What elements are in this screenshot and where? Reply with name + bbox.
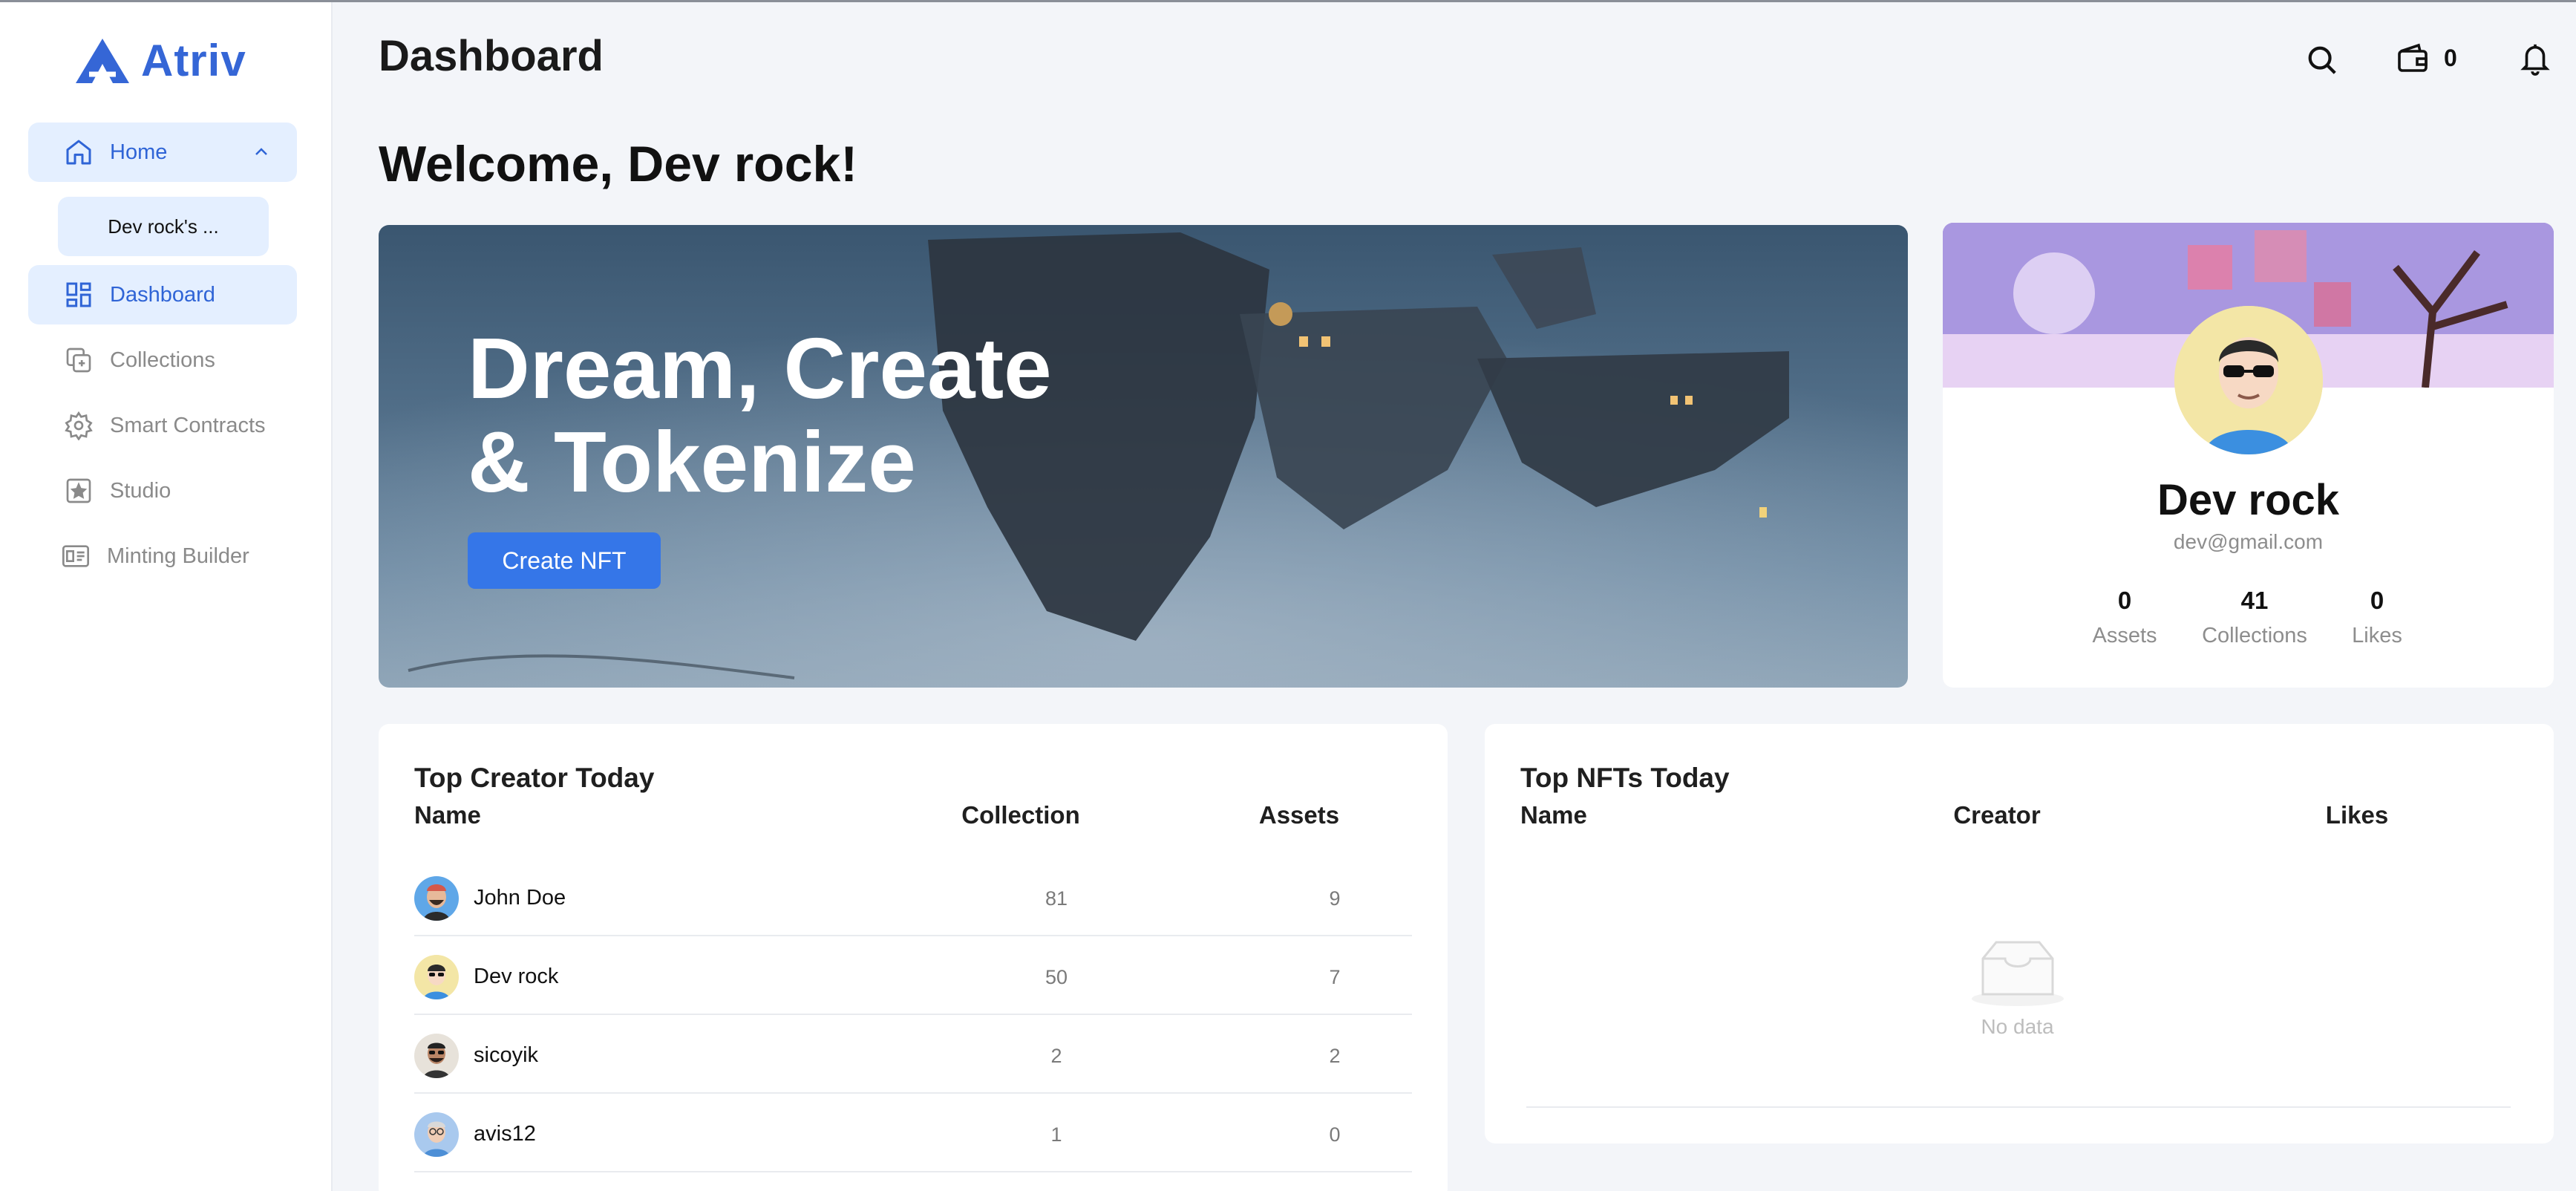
logo[interactable]: Atriv: [74, 35, 246, 86]
table-row[interactable]: avis12 1 0: [414, 1094, 1412, 1172]
column-header-creator[interactable]: Creator: [1915, 801, 2079, 829]
collections-icon: [66, 347, 91, 373]
wallet-icon[interactable]: [2395, 41, 2430, 76]
empty-inbox-icon: [1972, 941, 2064, 1006]
sidebar-item-dashboard[interactable]: Dashboard: [28, 265, 297, 324]
create-nft-button[interactable]: Create NFT: [468, 532, 661, 589]
gear-icon: [65, 411, 93, 440]
sidebar: Atriv Home Dev rock's ... Dashboard Coll…: [0, 2, 333, 1191]
creator-collection-count: 81: [1045, 887, 1068, 910]
table-row[interactable]: sicoyik 2 2: [414, 1015, 1412, 1094]
app-name: Atriv: [141, 36, 246, 85]
creator-avatar: [414, 955, 459, 999]
column-header-likes[interactable]: Likes: [2290, 801, 2424, 829]
sidebar-item-label: Collections: [110, 347, 215, 372]
stat-label: Assets: [2092, 624, 2157, 647]
window-top-border: [0, 0, 2576, 2]
creator-avatar: [414, 876, 459, 921]
stat-assets: 0 Assets: [2050, 587, 2199, 648]
star-frame-icon: [66, 478, 91, 503]
profile-card: Dev rock dev@gmail.com 0 Assets 41 Colle…: [1943, 223, 2554, 688]
panel-title: Top Creator Today: [414, 763, 655, 793]
sidebar-item-label: Minting Builder: [107, 544, 249, 568]
stat-likes: 0 Likes: [2303, 587, 2451, 648]
welcome-heading: Welcome, Dev rock!: [379, 136, 858, 192]
empty-state-text: No data: [1981, 1015, 2054, 1038]
creator-collection-count: 1: [1050, 1123, 1062, 1146]
top-creator-panel: Top Creator Today Name Collection Assets…: [379, 724, 1448, 1191]
creator-collection-count: 2: [1050, 1045, 1062, 1067]
builder-icon: [62, 545, 89, 567]
page-title: Dashboard: [379, 32, 604, 80]
home-icon: [66, 140, 91, 165]
sidebar-item-minting-builder[interactable]: Minting Builder: [28, 526, 297, 586]
sidebar-item-label: Smart Contracts: [110, 413, 266, 437]
stat-value: 0: [2117, 587, 2132, 614]
wallet-count: 0: [2444, 45, 2457, 71]
top-nfts-panel: Top NFTs Today Name Creator Likes No dat…: [1485, 724, 2554, 1143]
column-header-assets[interactable]: Assets: [1236, 801, 1362, 829]
atriv-logo-icon: [76, 38, 129, 83]
sidebar-subitem-workspace[interactable]: Dev rock's ...: [58, 197, 269, 256]
column-header-collection[interactable]: Collection: [958, 801, 1084, 829]
creator-avatar: [414, 1112, 459, 1157]
sidebar-item-label: Home: [110, 140, 168, 164]
profile-avatar: [2174, 306, 2323, 454]
sidebar-item-studio[interactable]: Studio: [28, 461, 297, 521]
search-icon[interactable]: [2305, 43, 2339, 77]
chevron-up-icon[interactable]: [252, 143, 270, 161]
sidebar-item-label: Studio: [110, 478, 171, 503]
creator-assets-count: 9: [1329, 887, 1341, 910]
creator-name: John Doe: [474, 886, 566, 910]
sidebar-item-home[interactable]: Home: [28, 123, 297, 182]
profile-name: Dev rock: [2157, 476, 2340, 524]
dashboard-icon: [66, 282, 91, 307]
creator-assets-count: 0: [1329, 1123, 1341, 1146]
hero-title: Dream, Create & Tokenize: [468, 320, 1052, 510]
hero-banner: Dream, Create & Tokenize Create NFT: [379, 225, 1908, 688]
table-row[interactable]: Dev rock 50 7: [414, 936, 1412, 1015]
column-header-name[interactable]: Name: [1520, 801, 1587, 829]
stat-value: 0: [2370, 587, 2384, 614]
panel-title: Top NFTs Today: [1520, 763, 1730, 793]
stat-label: Likes: [2352, 624, 2402, 647]
table-divider: [1526, 1106, 2511, 1108]
creator-name: Dev rock: [474, 965, 559, 988]
creator-assets-count: 2: [1329, 1045, 1341, 1067]
creator-name: sicoyik: [474, 1043, 539, 1067]
sidebar-item-label: Dashboard: [110, 282, 215, 307]
creator-collection-count: 50: [1045, 966, 1068, 988]
column-header-name[interactable]: Name: [414, 801, 481, 829]
sidebar-item-collections[interactable]: Collections: [28, 330, 297, 390]
bell-icon[interactable]: [2518, 40, 2552, 77]
creator-name: avis12: [474, 1122, 536, 1146]
sidebar-item-smart-contracts[interactable]: Smart Contracts: [28, 396, 297, 455]
creator-avatar: [414, 1034, 459, 1078]
creator-assets-count: 7: [1329, 966, 1341, 988]
table-row[interactable]: John Doe 81 9: [414, 858, 1412, 936]
profile-email: dev@gmail.com: [2173, 530, 2324, 553]
